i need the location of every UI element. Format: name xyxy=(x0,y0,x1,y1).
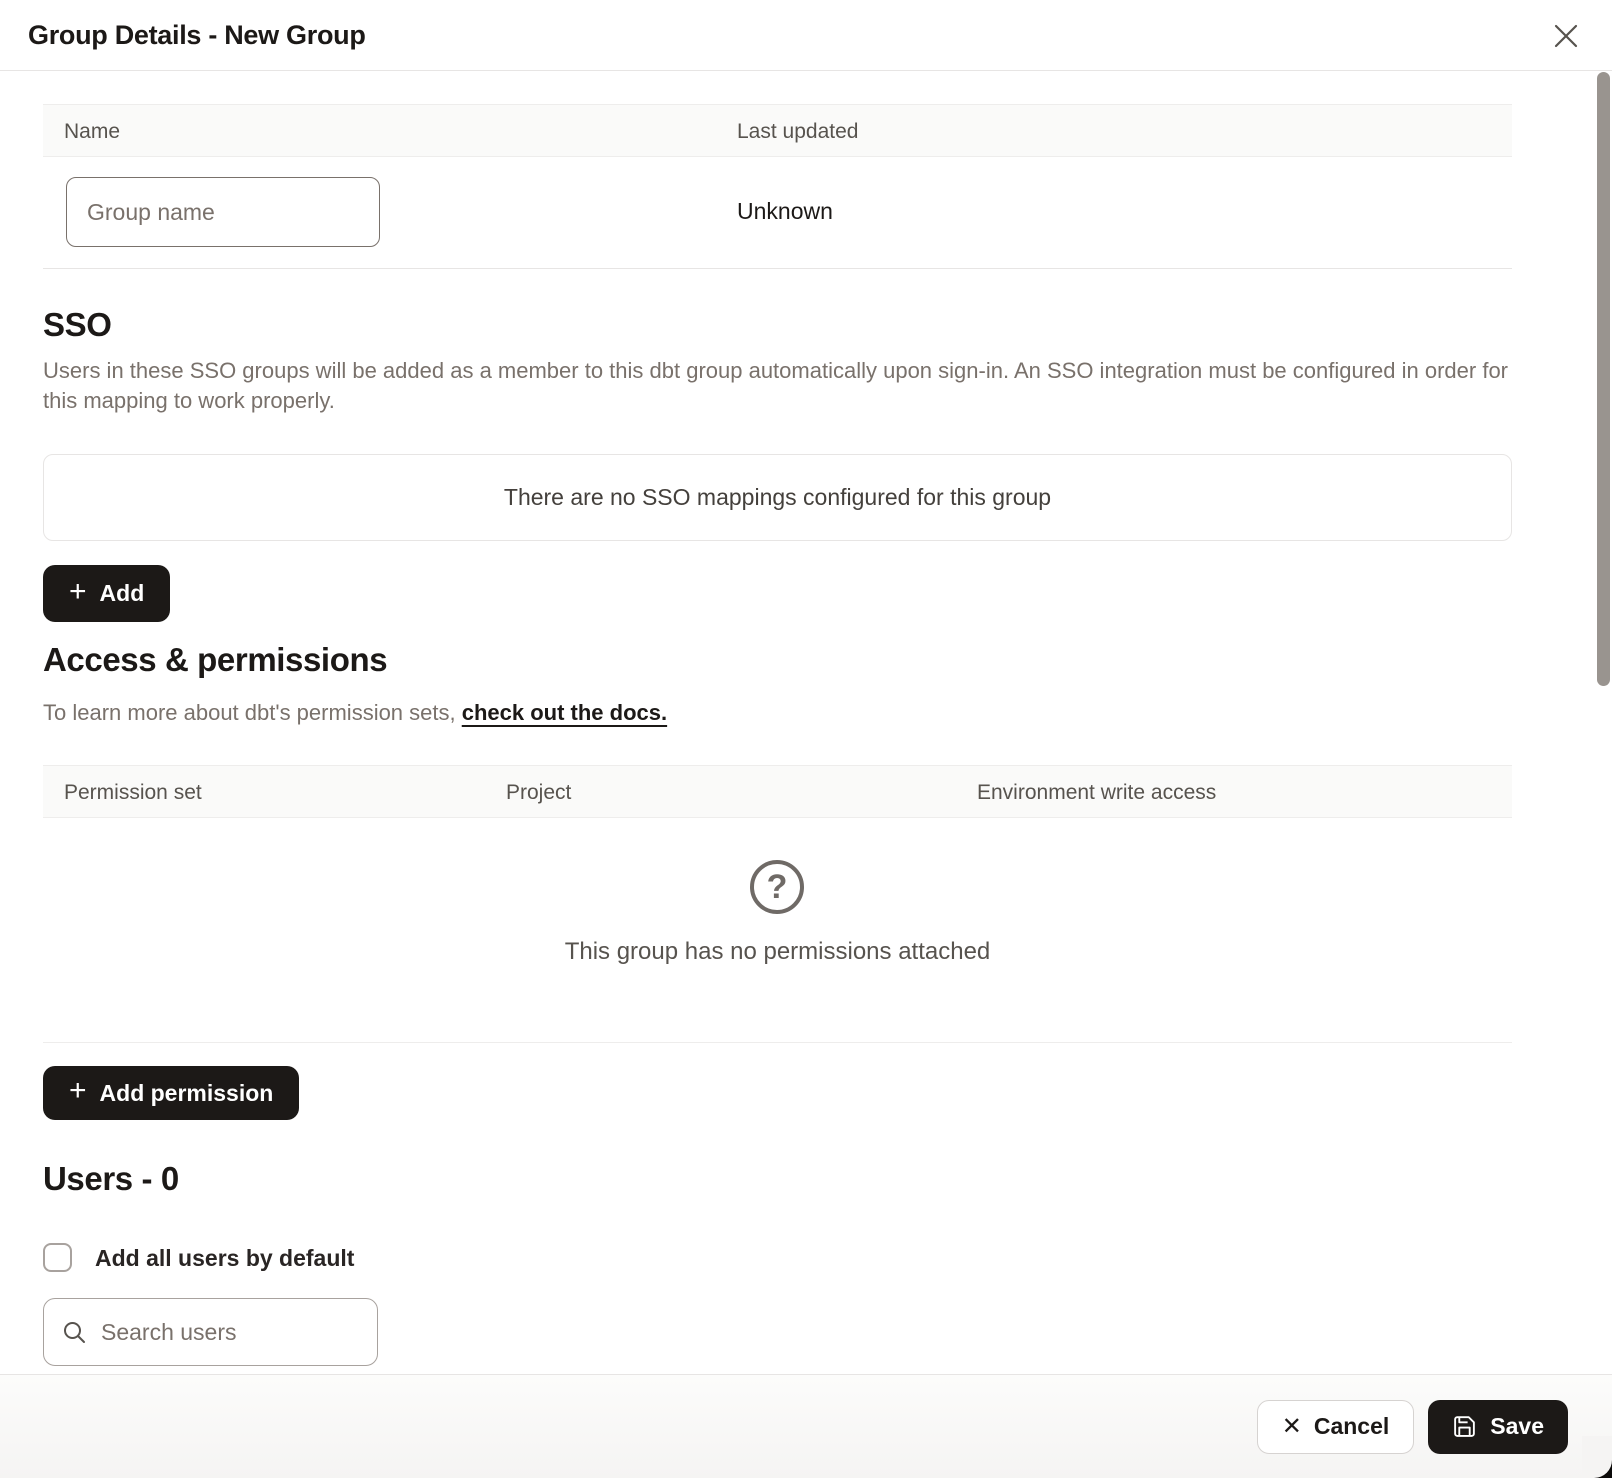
access-description: To learn more about dbt's permission set… xyxy=(43,700,667,726)
row-divider xyxy=(43,268,1512,269)
modal-title: Group Details - New Group xyxy=(28,20,366,51)
last-updated-value: Unknown xyxy=(737,198,833,225)
search-icon xyxy=(62,1320,87,1345)
sso-description: Users in these SSO groups will be added … xyxy=(43,356,1512,416)
last-updated-column-header: Last updated xyxy=(737,120,858,144)
sso-heading: SSO xyxy=(43,306,112,344)
save-button[interactable]: Save xyxy=(1428,1400,1568,1454)
save-label: Save xyxy=(1490,1413,1544,1440)
users-heading: Users - 0 xyxy=(43,1160,179,1198)
sso-empty-state: There are no SSO mappings configured for… xyxy=(43,454,1512,541)
add-all-users-label: Add all users by default xyxy=(95,1245,354,1272)
scrollbar-thumb[interactable] xyxy=(1597,72,1610,686)
project-column-header: Project xyxy=(506,781,571,805)
save-icon xyxy=(1452,1414,1477,1439)
close-icon xyxy=(1551,21,1581,51)
add-all-users-checkbox[interactable] xyxy=(43,1243,72,1272)
plus-icon: + xyxy=(69,1076,87,1106)
add-permission-label: Add permission xyxy=(100,1080,274,1107)
svg-text:?: ? xyxy=(767,868,788,906)
name-table-header-row: Name Last updated xyxy=(43,104,1512,157)
add-sso-label: Add xyxy=(100,580,145,607)
close-button[interactable] xyxy=(1546,16,1586,56)
section-divider xyxy=(43,1042,1512,1043)
modal-header: Group Details - New Group xyxy=(0,0,1612,71)
window-corner xyxy=(1582,1436,1612,1478)
cancel-label: Cancel xyxy=(1314,1413,1389,1440)
docs-link[interactable]: check out the docs. xyxy=(462,700,667,725)
name-column-header: Name xyxy=(64,120,120,144)
cancel-button[interactable]: ✕ Cancel xyxy=(1257,1400,1415,1454)
cancel-x-icon: ✕ xyxy=(1282,1415,1302,1439)
question-mark-icon: ? xyxy=(748,858,806,916)
users-heading-prefix: Users - xyxy=(43,1160,161,1197)
modal-footer: ✕ Cancel Save xyxy=(0,1374,1612,1478)
access-description-text: To learn more about dbt's permission set… xyxy=(43,700,462,725)
permission-set-column-header: Permission set xyxy=(64,781,202,805)
users-count: 0 xyxy=(161,1160,179,1197)
sso-empty-message: There are no SSO mappings configured for… xyxy=(504,484,1051,511)
user-search-box xyxy=(43,1298,378,1366)
search-users-input[interactable] xyxy=(101,1319,359,1346)
access-permissions-heading: Access & permissions xyxy=(43,641,387,679)
permissions-empty-message: This group has no permissions attached xyxy=(43,938,1512,966)
group-details-modal: Group Details - New Group Name Last upda… xyxy=(0,0,1612,1478)
add-sso-mapping-button[interactable]: + Add xyxy=(43,565,170,622)
add-permission-button[interactable]: + Add permission xyxy=(43,1066,299,1120)
plus-icon: + xyxy=(69,577,87,607)
permissions-table-header-row: Permission set Project Environment write… xyxy=(43,765,1512,818)
environment-write-access-column-header: Environment write access xyxy=(977,781,1216,805)
group-name-input[interactable] xyxy=(66,177,380,247)
